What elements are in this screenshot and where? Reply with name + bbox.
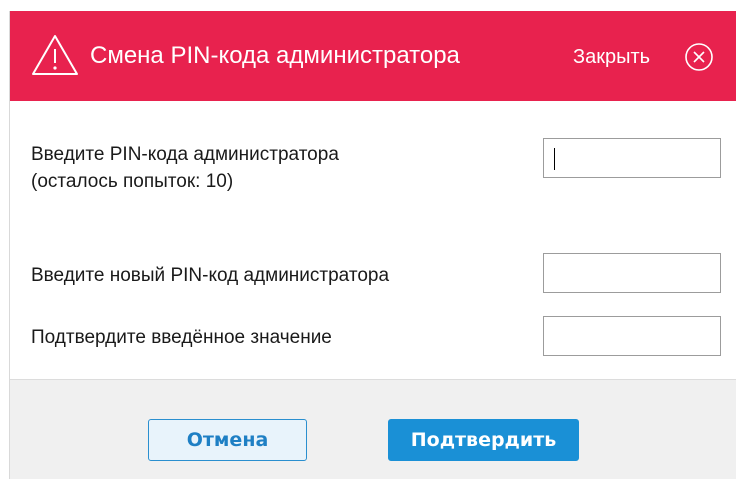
current-pin-input[interactable] [543, 138, 721, 178]
confirm-pin-input[interactable] [543, 316, 721, 356]
dialog-body: Введите PIN-кода администратора (осталос… [10, 101, 736, 379]
close-circle-icon[interactable] [684, 42, 714, 72]
change-pin-dialog: Смена PIN-кода администратора Закрыть Вв… [9, 11, 736, 479]
warning-icon [30, 33, 80, 77]
dialog-footer: Отмена Подтвердить [10, 379, 736, 479]
cancel-button[interactable]: Отмена [148, 419, 307, 461]
new-pin-label: Введите новый PIN-код администратора [31, 265, 390, 286]
dialog-header: Смена PIN-кода администратора Закрыть [10, 11, 736, 101]
dialog-title: Смена PIN-кода администратора [90, 42, 460, 69]
new-pin-input[interactable] [543, 253, 721, 293]
top-strip [0, 0, 736, 11]
text-caret [554, 148, 555, 170]
confirm-button[interactable]: Подтвердить [388, 419, 579, 461]
close-button-label[interactable]: Закрыть [573, 44, 650, 70]
attempts-remaining-label: (осталось попыток: 10) [31, 171, 234, 192]
confirm-pin-label: Подтвердите введённое значение [31, 327, 332, 348]
current-pin-label: Введите PIN-кода администратора [31, 144, 339, 165]
